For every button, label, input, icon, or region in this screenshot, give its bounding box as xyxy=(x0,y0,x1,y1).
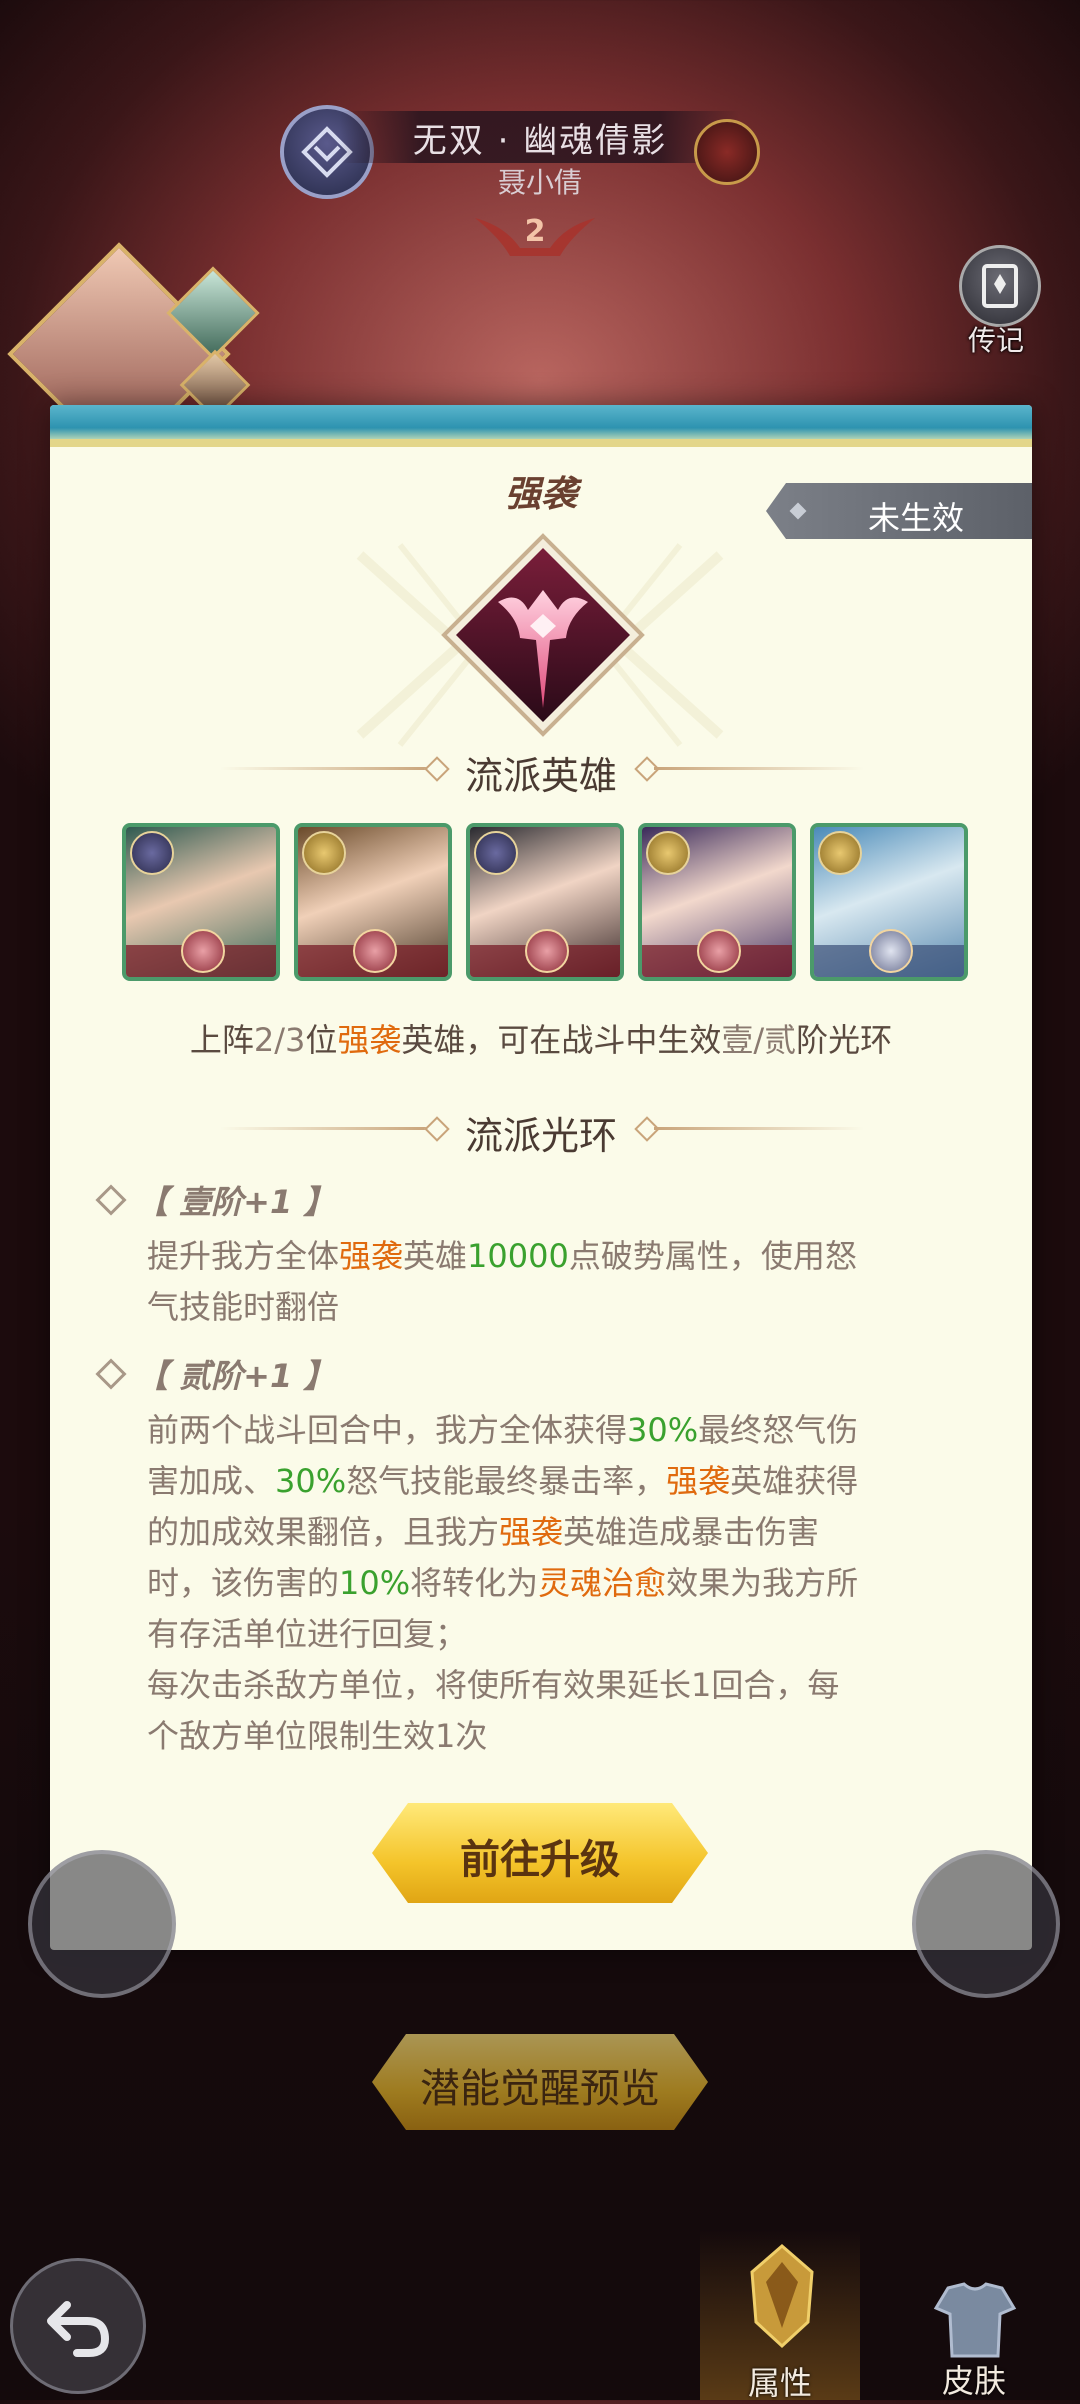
nav-attributes-tab[interactable]: 属性 xyxy=(700,2230,860,2402)
faction-modal: 强袭 未生效 流派英雄 上阵2/3位强袭英雄，可在战斗中生效壹/贰阶光环 流派光… xyxy=(50,405,1032,1950)
text-span: 的加成效果翻倍，且我方 xyxy=(147,1513,500,1551)
status-tag-dot xyxy=(789,502,807,520)
text-span: 前两个战斗回合中，我方全体获得 xyxy=(147,1411,628,1449)
value-highlight: 10000 xyxy=(467,1237,569,1275)
diamond-bullet-icon xyxy=(95,1184,127,1216)
tier1-heading-text: 【 壹阶+1 】 xyxy=(136,1183,336,1221)
tier2-heading-text: 【 贰阶+1 】 xyxy=(136,1357,336,1395)
awakening-preview-button[interactable]: 潜能觉醒预览 xyxy=(372,2034,708,2130)
side-slot-left[interactable] xyxy=(28,1850,176,1998)
activation-info: 上阵2/3位强袭英雄，可在战斗中生效壹/贰阶光环 xyxy=(50,1015,1032,1061)
modal-top-bar xyxy=(50,405,1032,443)
text-line: 气技能时翻倍 xyxy=(147,1288,340,1326)
tier1-description: 提升我方全体强袭英雄10000点破势属性，使用怒 气技能时翻倍 xyxy=(147,1231,977,1333)
text-line: 害加成、30%怒气技能最终暴击率，强袭英雄获得 xyxy=(147,1456,977,1507)
text-line: 每次击杀敌方单位，将使所有效果延长1回合，每 xyxy=(147,1666,840,1704)
text-span: 点破势属性，使用怒 xyxy=(568,1237,857,1275)
info-text: 阶光环 xyxy=(796,1021,893,1059)
hero-card-4[interactable] xyxy=(638,823,796,981)
info-count: 2/3 xyxy=(253,1021,306,1059)
faction-icon xyxy=(818,831,862,875)
text-line: 有存活单位进行回复； xyxy=(147,1615,468,1653)
modal-top-stripe xyxy=(50,439,1032,447)
nav-attributes-label: 属性 xyxy=(747,2364,812,2402)
assault-skill-icon xyxy=(697,929,741,973)
text-line: 时，该伤害的10%将转化为灵魂治愈效果为我方所 xyxy=(147,1558,977,1609)
legend-button[interactable]: 传记 xyxy=(955,245,1045,357)
back-arrow-icon xyxy=(47,2301,110,2357)
hero-header: 无双 · 幽魂倩影 聂小倩 xyxy=(280,105,800,205)
hero-card-5[interactable] xyxy=(810,823,968,981)
dragon-icon xyxy=(694,119,760,185)
status-tag-text: 未生效 xyxy=(867,499,964,537)
text-span: 害加成、 xyxy=(147,1462,276,1500)
heroes-heading: 流派英雄 xyxy=(464,754,617,798)
text-span: 最终怒气伤 xyxy=(698,1411,859,1449)
text-line: 提升我方全体强袭英雄10000点破势属性，使用怒 xyxy=(147,1231,977,1282)
faction-icon xyxy=(646,831,690,875)
faction-icon xyxy=(130,831,174,875)
text-span: 时，该伤害的 xyxy=(147,1564,340,1602)
value-highlight: 30% xyxy=(275,1462,347,1500)
info-text: 英雄，可在战斗中生效 xyxy=(401,1021,722,1059)
faction-highlight: 强袭 xyxy=(339,1237,404,1275)
star-level-emblem: 2 xyxy=(470,208,600,258)
effect-highlight: 灵魂治愈 xyxy=(538,1564,667,1602)
value-highlight: 10% xyxy=(339,1564,411,1602)
text-line: 前两个战斗回合中，我方全体获得30%最终怒气伤 xyxy=(147,1405,977,1456)
assault-skill-icon xyxy=(353,929,397,973)
text-span: 效果为我方所 xyxy=(666,1564,859,1602)
legend-label: 传记 xyxy=(967,324,1024,357)
info-text: 上阵 xyxy=(189,1021,254,1059)
book-icon xyxy=(959,245,1041,327)
assault-emblem-icon xyxy=(441,533,645,737)
assault-skill-icon xyxy=(181,929,225,973)
text-span: 提升我方全体 xyxy=(147,1237,340,1275)
back-button[interactable] xyxy=(10,2258,146,2394)
nav-skin-label: 皮肤 xyxy=(941,2362,1006,2400)
info-faction: 强袭 xyxy=(337,1021,402,1059)
faction-icon xyxy=(302,831,346,875)
helmet-icon xyxy=(750,2244,814,2349)
hero-title: 无双 · 幽魂倩影 xyxy=(412,121,668,161)
hero-name: 聂小倩 xyxy=(497,166,582,199)
diamond-bullet-icon xyxy=(95,1358,127,1390)
faction-highlight: 强袭 xyxy=(499,1513,564,1551)
text-line: 的加成效果翻倍，且我方强袭英雄造成暴击伤害 xyxy=(147,1507,977,1558)
faction-highlight: 强袭 xyxy=(666,1462,731,1500)
info-text: 位 xyxy=(305,1021,338,1059)
side-slot-right[interactable] xyxy=(912,1850,1060,1998)
awakening-preview-label: 潜能觉醒预览 xyxy=(420,2066,660,2112)
star-level-number: 2 xyxy=(524,214,546,249)
aura-heading: 流派光环 xyxy=(464,1114,617,1158)
go-upgrade-button[interactable]: 前往升级 xyxy=(372,1803,708,1903)
hero-card-3[interactable] xyxy=(466,823,624,981)
text-span: 怒气技能最终暴击率， xyxy=(346,1462,667,1500)
text-span: 英雄造成暴击伤害 xyxy=(563,1513,820,1551)
go-upgrade-label: 前往升级 xyxy=(460,1837,620,1883)
text-span: 英雄 xyxy=(403,1237,468,1275)
hero-card-1[interactable] xyxy=(122,823,280,981)
text-span: 将转化为 xyxy=(410,1564,539,1602)
tier2-description: 前两个战斗回合中，我方全体获得30%最终怒气伤 害加成、30%怒气技能最终暴击率… xyxy=(147,1405,977,1762)
text-line: 个敌方单位限制生效1次 xyxy=(147,1717,488,1755)
status-tag: 未生效 xyxy=(766,483,1032,539)
value-highlight: 30% xyxy=(627,1411,699,1449)
info-tiers: 壹/贰 xyxy=(721,1021,797,1059)
tier1-heading: 【 壹阶+1 】 xyxy=(95,1177,336,1223)
assault-skill-icon xyxy=(525,929,569,973)
tier2-heading: 【 贰阶+1 】 xyxy=(95,1351,336,1397)
hero-card-2[interactable] xyxy=(294,823,452,981)
text-span: 英雄获得 xyxy=(730,1462,859,1500)
nav-skin-tab[interactable]: 皮肤 xyxy=(900,2280,1050,2400)
cross-skill-icon xyxy=(869,929,913,973)
faction-icon xyxy=(474,831,518,875)
armor-icon xyxy=(933,2282,1017,2358)
